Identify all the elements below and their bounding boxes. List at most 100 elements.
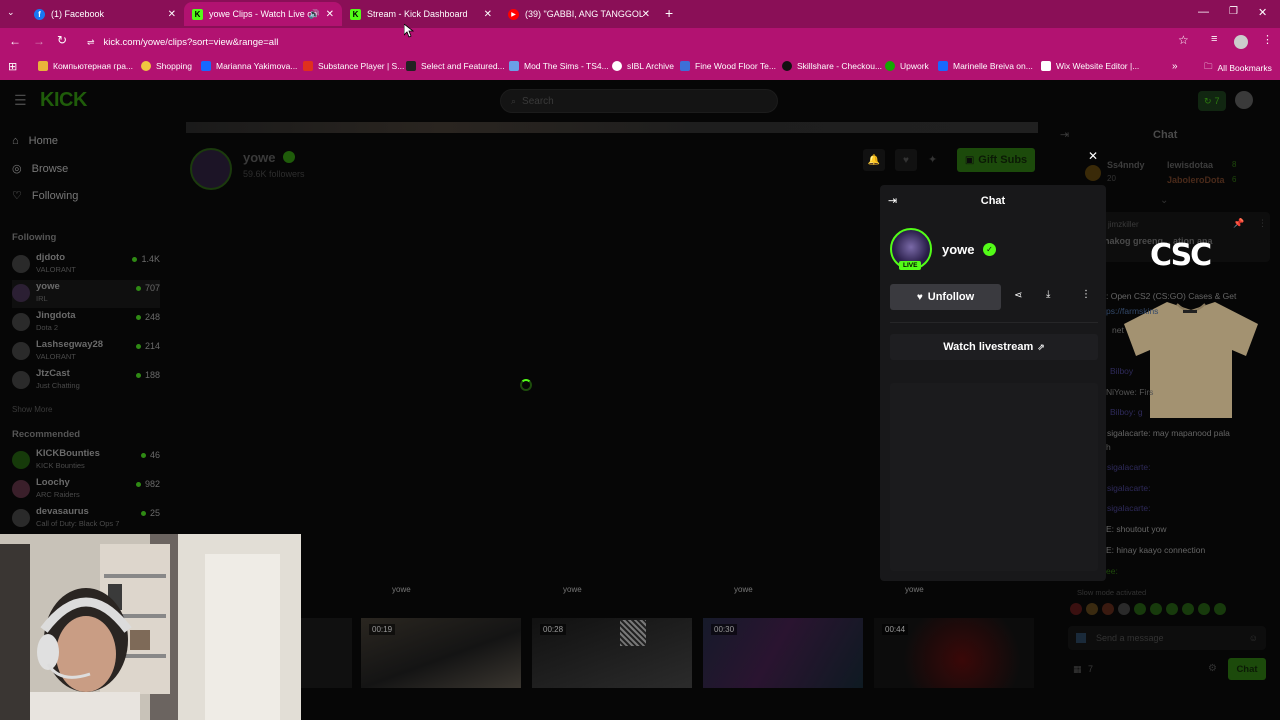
close-icon[interactable]: ✕ (642, 9, 650, 20)
upwork-icon (885, 61, 895, 71)
bookmark-item[interactable]: Shopping (141, 61, 192, 71)
watch-livestream-button[interactable]: Watch livestream ⇗ (890, 334, 1098, 360)
sidebar-channel[interactable]: devasaurus Call of Duty: Black Ops 7 25 (12, 505, 160, 533)
search-placeholder: Search (522, 95, 554, 107)
bookmark-star-icon[interactable]: ☆ (1178, 33, 1189, 47)
close-popup-icon[interactable]: ✕ (1088, 149, 1098, 163)
close-icon[interactable]: ✕ (326, 9, 334, 20)
restore-button[interactable]: ❐ (1229, 6, 1238, 17)
search-input[interactable]: ⌕ Search (500, 89, 778, 113)
user-avatar[interactable] (1235, 91, 1253, 109)
nav-following[interactable]: ♡ Following (12, 189, 78, 203)
sparkle-icon[interactable]: ✦ (928, 153, 937, 166)
bookmark-item[interactable]: Marianna Yakimova... (201, 61, 297, 71)
chat-input[interactable]: Send a message ☺ (1068, 626, 1266, 650)
gift-subs-button[interactable]: ▣ Gift Subs (957, 148, 1035, 172)
close-window-button[interactable]: ✕ (1258, 6, 1267, 19)
emote-icon[interactable] (1182, 603, 1194, 615)
emote-icon[interactable] (1102, 603, 1114, 615)
new-tab-button[interactable]: + (665, 5, 673, 21)
bookmark-item[interactable]: Upwork (885, 61, 929, 71)
speaker-icon[interactable]: 🔊 (309, 9, 320, 20)
bookmark-item[interactable]: Fine Wood Floor Te... (680, 61, 776, 71)
settings-gear-icon[interactable]: ⚙ (1208, 663, 1217, 674)
unfollow-label: Unfollow (927, 291, 975, 303)
clip-thumbnail[interactable]: 00:28 (532, 618, 692, 688)
bookmark-item[interactable]: Wix Website Editor |... (1041, 61, 1139, 71)
apps-icon[interactable]: ⊞ (8, 60, 17, 73)
bookmark-label: Upwork (900, 61, 929, 71)
tab-search-icon[interactable]: ⌄ (7, 7, 15, 18)
sidebar-channel[interactable]: KICKBounties KICK Bounties 46 (12, 447, 160, 475)
emote-icon[interactable] (1134, 603, 1146, 615)
channel-avatar[interactable] (190, 148, 232, 190)
sidebar-channel[interactable]: yowe IRL 707 (12, 280, 160, 308)
tab-yowe-clips[interactable]: K yowe Clips - Watch Live on 🔊 ✕ (184, 2, 342, 26)
show-more-button[interactable]: Show More (12, 405, 52, 414)
more-options-icon[interactable]: ⋮ (1081, 289, 1091, 300)
close-icon[interactable]: ✕ (484, 9, 492, 20)
tab-kick-dashboard[interactable]: K Stream - Kick Dashboard ✕ (342, 2, 500, 26)
pinned-user: jimzkiller (1108, 220, 1139, 229)
bookmark-item[interactable]: Компьютерная гра... (38, 61, 133, 71)
bookmark-item[interactable]: Mod The Sims - TS4... (509, 61, 609, 71)
emoji-icon[interactable]: ☺ (1249, 633, 1258, 643)
all-bookmarks[interactable]: 🗀 All Bookmarks (1204, 61, 1272, 75)
heart-follow-icon[interactable]: ♥ (895, 149, 917, 171)
url-field[interactable]: ⇌ kick.com/yowe/clips?sort=view&range=al… (78, 31, 1198, 53)
sidebar-channel[interactable]: Loochy ARC Raiders 982 (12, 476, 160, 504)
emote-icon[interactable] (1086, 603, 1098, 615)
tab-youtube[interactable]: ▶ (39) "GABBI, ANG TANGGOL N ✕ (500, 2, 658, 26)
clip-thumbnail[interactable]: 00:30 (703, 618, 863, 688)
more-icon[interactable]: ⋮ (1258, 218, 1267, 229)
emote-icon[interactable] (1198, 603, 1210, 615)
send-chat-button[interactable]: Chat (1228, 658, 1266, 680)
expand-icon[interactable]: ⌄ (1160, 195, 1168, 206)
more-bookmarks-icon[interactable]: » (1172, 61, 1178, 72)
bookmark-item[interactable]: Skillshare - Checkou... (782, 61, 882, 71)
nav-browse[interactable]: ◎ Browse (12, 162, 68, 176)
forward-icon[interactable]: → (33, 34, 45, 48)
emote-icon[interactable] (1070, 603, 1082, 615)
emote-icon[interactable] (1166, 603, 1178, 615)
behance-icon (201, 61, 211, 71)
sidebar-channel[interactable]: Jingdota Dota 2 248 (12, 309, 160, 337)
close-icon[interactable]: ✕ (168, 9, 176, 20)
channel-game: Just Chatting (36, 381, 80, 390)
unfollow-button[interactable]: ♥ Unfollow (890, 284, 1001, 310)
bookmark-item[interactable]: Marinelle Breiva on... (938, 61, 1033, 71)
viewer-count: 707 (136, 283, 160, 293)
hamburger-icon[interactable]: ☰ (14, 92, 27, 109)
kicks-counter[interactable]: ↻ 7 (1198, 91, 1226, 111)
emote-icon[interactable] (1118, 603, 1130, 615)
minimize-button[interactable]: — (1198, 6, 1209, 18)
notification-bell-icon[interactable]: 🔔 (863, 149, 885, 171)
collapse-chat-icon[interactable]: ⇥ (1060, 128, 1069, 141)
avatar (12, 509, 30, 527)
emote-icon[interactable] (1150, 603, 1162, 615)
download-icon[interactable]: ⤓ (1046, 289, 1050, 300)
clip-thumbnail[interactable]: 00:19 (361, 618, 521, 688)
tab-facebook[interactable]: f (1) Facebook ✕ (26, 2, 184, 26)
bookmark-item[interactable]: Substance Player | S... (303, 61, 404, 71)
profile-avatar[interactable] (1234, 35, 1248, 49)
bookmark-item[interactable]: Select and Featured... (406, 61, 505, 71)
site-info-icon[interactable]: ⇌ (87, 37, 95, 48)
points-icon[interactable]: ▦ (1073, 664, 1082, 675)
clip-thumbnail[interactable]: 00:44 (874, 618, 1034, 688)
bookmark-item[interactable]: sIBL Archive (612, 61, 674, 71)
back-icon[interactable]: ← (9, 34, 21, 48)
sidebar-channel[interactable]: JtzCast Just Chatting 188 (12, 367, 160, 395)
extensions-icon[interactable]: ≡ (1211, 33, 1217, 45)
chat-message: ee: (1106, 566, 1118, 576)
kick-logo[interactable]: KICK (40, 89, 87, 112)
sidebar-channel[interactable]: Lashsegway28 VALORANT 214 (12, 338, 160, 366)
emote-icon[interactable] (1214, 603, 1226, 615)
sidebar-channel[interactable]: djdoto VALORANT 1.4K (12, 251, 160, 279)
refresh-icon: ↻ (1204, 95, 1212, 106)
reload-icon[interactable]: ↻ (57, 33, 67, 47)
clip-thumbnail[interactable] (300, 618, 352, 688)
menu-icon[interactable]: ⋮ (1262, 33, 1273, 46)
share-icon[interactable]: ⋖ (1014, 290, 1022, 301)
nav-home[interactable]: ⌂ Home (12, 135, 58, 147)
